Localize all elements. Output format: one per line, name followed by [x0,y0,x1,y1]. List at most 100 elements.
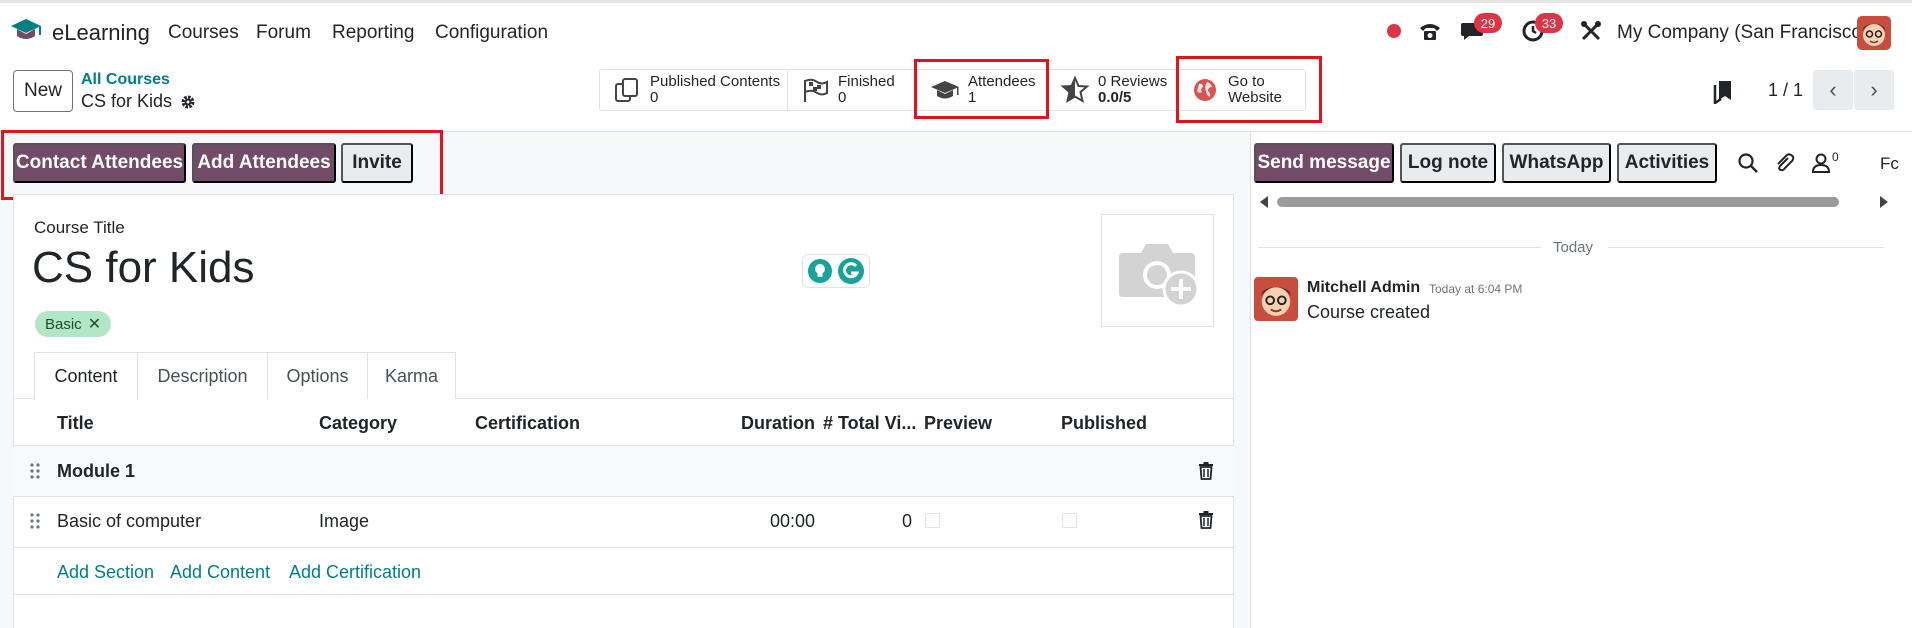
finished-button[interactable]: Finished 0 [788,70,918,110]
column-category[interactable]: Category [319,413,397,434]
attendees-value: 1 [968,89,977,106]
content-row-border [13,547,1234,548]
grammarly-icon [838,258,864,284]
section-row-border [13,496,1234,497]
send-message-button[interactable]: Send message [1254,143,1394,183]
column-published[interactable]: Published [1061,413,1147,434]
column-title[interactable]: Title [57,413,94,434]
column-certification[interactable]: Certification [475,413,580,434]
bookmark-icon[interactable] [1712,78,1734,104]
breadcrumb-all-courses[interactable]: All Courses [81,71,170,89]
section-title[interactable]: Module 1 [57,461,135,482]
search-icon[interactable] [1737,152,1759,174]
go-to-website-button[interactable]: Go to Website [1178,70,1305,110]
finished-label: Finished [838,73,895,90]
activities-button[interactable]: Activities [1617,143,1717,183]
phone-icon[interactable] [1416,17,1444,45]
follower-icon[interactable] [1810,152,1832,174]
content-total-views: 0 [902,511,913,531]
graduation-cap-icon [931,81,959,99]
content-duration[interactable]: 00:00 [770,511,815,532]
follower-count: 0 [1832,150,1839,164]
published-contents-label: Published Contents [650,73,781,90]
menu-courses[interactable]: Courses [168,22,239,44]
trash-icon[interactable] [1198,462,1214,480]
truncated-chatter-label[interactable]: Fc [1880,154,1899,174]
add-certification-link[interactable]: Add Certification [289,562,421,583]
tab-options[interactable]: Options [267,352,368,399]
add-section-link[interactable]: Add Section [57,562,154,583]
new-button[interactable]: New [13,70,73,112]
message-author-avatar[interactable] [1254,277,1298,321]
tools-icon[interactable] [1577,17,1605,45]
preview-checkbox[interactable] [925,513,940,528]
column-preview[interactable]: Preview [924,413,992,434]
flag-checkered-icon [804,78,828,102]
elearning-app-icon[interactable] [9,15,43,45]
published-contents-value: 0 [650,89,659,106]
reviews-value: 0.0/5 [1098,89,1132,106]
menu-reporting[interactable]: Reporting [332,22,414,44]
camera-add-icon [1118,243,1199,307]
go-to-label: Go to [1228,73,1265,90]
menu-configuration[interactable]: Configuration [435,22,548,44]
tab-content[interactable]: Content [34,352,138,400]
globe-icon [1194,79,1216,101]
smart-buttons-bar: Published Contents 0 Finished 0 Attendee… [599,69,1306,111]
section-row[interactable] [13,446,1234,496]
reviews-label: 0 Reviews [1098,73,1168,90]
activities-badge: 33 [1535,13,1563,33]
lightbulb-icon [808,259,832,283]
reviews-button[interactable]: 0 Reviews 0.0/5 [1048,70,1178,110]
company-switcher[interactable]: My Company (San Francisco) [1617,22,1868,44]
attendees-button[interactable]: Attendees 1 [918,70,1048,110]
message-author[interactable]: Mitchell Admin [1307,279,1420,297]
column-duration[interactable]: Duration [741,413,815,434]
published-checkbox[interactable] [1062,513,1077,528]
breadcrumb-current: CS for Kids [81,91,196,112]
user-avatar[interactable] [1857,16,1891,50]
log-note-button[interactable]: Log note [1400,143,1496,183]
grammarly-widget[interactable] [802,254,870,288]
contact-attendees-button[interactable]: Contact Attendees [13,143,186,183]
course-title-input[interactable]: CS for Kids [32,243,255,293]
breadcrumb-current-label: CS for Kids [81,91,173,111]
tab-karma[interactable]: Karma [367,352,456,399]
gear-icon[interactable] [180,94,196,110]
course-title-label: Course Title [34,218,125,237]
date-separator: Today [1553,239,1594,256]
date-separator-line [1608,247,1884,248]
drag-handle-icon[interactable] [30,513,40,529]
tag-basic: Basic ✕ [35,311,112,337]
whatsapp-button[interactable]: WhatsApp [1502,143,1611,183]
drag-handle-icon[interactable] [30,463,40,479]
app-name[interactable]: eLearning [52,20,150,46]
content-category[interactable]: Image [319,511,369,532]
links-row-border [13,594,1234,595]
paperclip-icon[interactable] [1773,152,1795,174]
messages-badge: 29 [1474,13,1502,33]
message-body: Course created [1307,302,1431,322]
horizontal-scrollbar[interactable] [1277,197,1839,207]
copy-icon [615,78,638,102]
tag-remove-icon[interactable]: ✕ [88,314,101,334]
add-content-link[interactable]: Add Content [170,562,270,583]
pager-next-button[interactable]: › [1854,70,1894,110]
column-total-views[interactable]: # Total Vi... [823,413,916,434]
add-attendees-button[interactable]: Add Attendees [192,143,336,183]
course-image-placeholder[interactable] [1101,214,1214,327]
scroll-right-arrow[interactable] [1880,196,1888,208]
star-half-icon [1060,75,1090,104]
published-contents-button[interactable]: Published Contents 0 [600,70,788,110]
invite-button[interactable]: Invite [341,143,413,183]
menu-forum[interactable]: Forum [256,22,311,44]
pager-value[interactable]: 1 / 1 [1768,80,1803,101]
record-dot-icon[interactable] [1380,17,1408,45]
top-navbar: eLearning Courses Forum Reporting Config… [0,3,1912,58]
scroll-left-arrow[interactable] [1260,196,1268,208]
content-title[interactable]: Basic of computer [57,511,201,532]
trash-icon[interactable] [1198,511,1214,529]
pager-previous-button[interactable]: ‹ [1813,70,1853,110]
tab-description[interactable]: Description [137,352,268,399]
date-separator-line [1258,247,1541,248]
